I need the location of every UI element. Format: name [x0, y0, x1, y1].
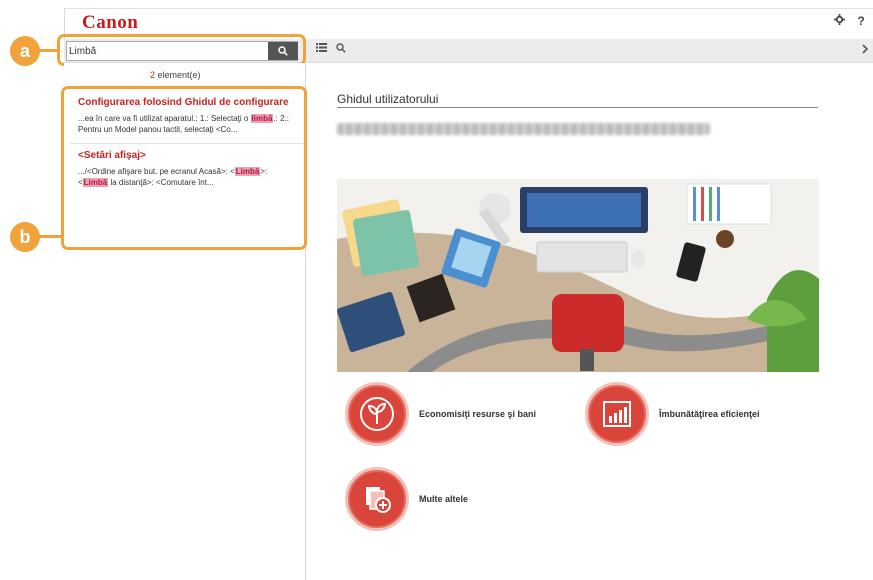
- plant-icon: [345, 382, 409, 446]
- feature-more[interactable]: Multe altele: [345, 467, 468, 531]
- top-icons: ?: [833, 14, 867, 28]
- callout-b-connector: [38, 235, 62, 238]
- list-item: <Setări afişaj> .../<Ordine afişare but.…: [70, 150, 304, 188]
- documents-icon: [345, 467, 409, 531]
- feature-save-resources[interactable]: Economisiţi resurse şi bani: [345, 382, 536, 446]
- chart-icon: [585, 382, 649, 446]
- result-snippet: ...ea în care va fi utilizat aparatul.: …: [78, 114, 290, 134]
- callout-a-frame: [57, 34, 306, 66]
- title-divider: [337, 107, 818, 108]
- blurred-model-names: [337, 123, 710, 135]
- page-title: Ghidul utilizatorului: [337, 92, 439, 106]
- gear-icon[interactable]: [833, 14, 845, 28]
- feature-efficiency[interactable]: Îmbunătăţirea eficienţei: [585, 382, 760, 446]
- callout-b-badge: b: [10, 222, 40, 252]
- results-count: 2 element(e): [150, 70, 201, 80]
- toc-list-icon[interactable]: [316, 43, 327, 55]
- result-snippet: .../<Ordine afişare but. pe ecranul Acas…: [78, 167, 268, 187]
- callout-a-connector: [38, 49, 58, 52]
- feature-label: Economisiţi resurse şi bani: [419, 409, 537, 419]
- feature-label: Multe altele: [419, 494, 469, 504]
- canon-logo: Canon: [82, 12, 139, 33]
- list-item: Configurarea folosind Ghidul de configur…: [70, 89, 304, 135]
- search-panel-icon[interactable]: [336, 43, 346, 56]
- feature-label: Îmbunătăţirea eficienţei: [659, 409, 760, 419]
- desk-illustration: [337, 179, 819, 372]
- callout-a-badge: a: [10, 36, 40, 66]
- results-list: Configurarea folosind Ghidul de configur…: [70, 89, 304, 188]
- help-icon[interactable]: ?: [855, 14, 867, 28]
- result-title-link[interactable]: <Setări afişaj>: [78, 150, 296, 162]
- result-divider: [70, 143, 304, 144]
- chevron-right-icon[interactable]: [862, 43, 869, 57]
- result-title-link[interactable]: Configurarea folosind Ghidul de configur…: [78, 97, 296, 109]
